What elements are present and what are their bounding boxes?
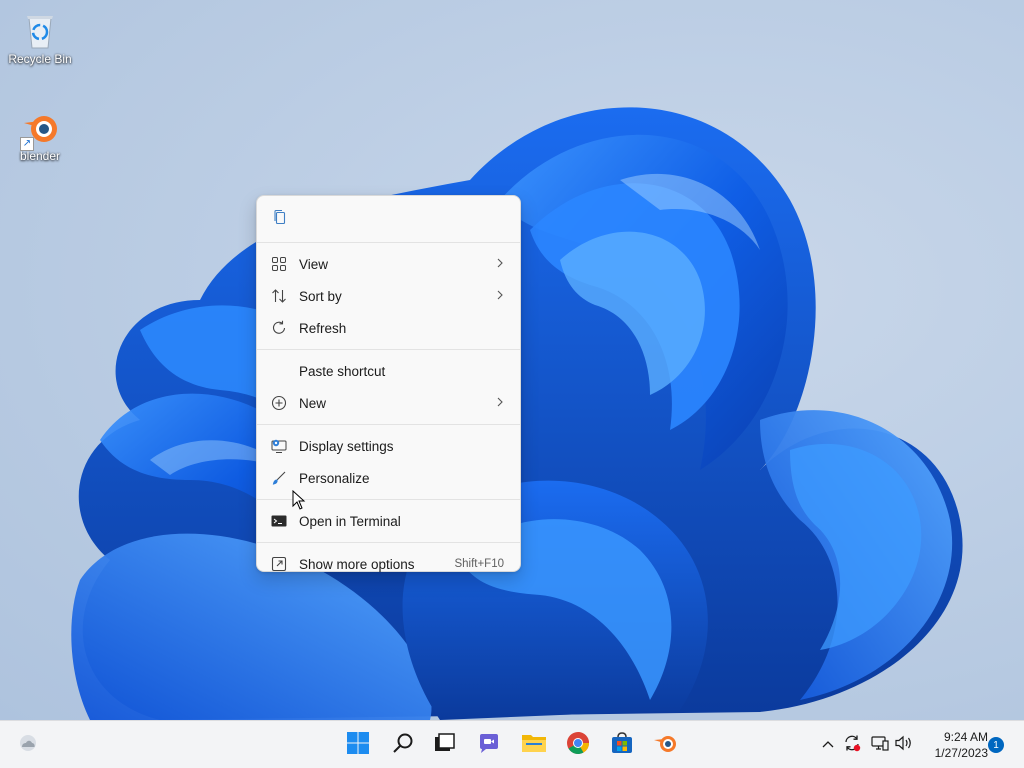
search-icon bbox=[391, 731, 415, 760]
brush-icon bbox=[271, 470, 287, 486]
desktop[interactable]: Recycle Bin ↗ blender View Sort by Refre… bbox=[0, 0, 1024, 720]
search-button[interactable] bbox=[387, 729, 419, 761]
clock-time: 9:24 AM bbox=[943, 730, 988, 744]
desktop-context-menu: View Sort by Refresh Paste shortcut New … bbox=[256, 195, 521, 572]
menu-item-refresh[interactable]: Refresh bbox=[257, 312, 520, 344]
menu-item-label: Show more options bbox=[299, 556, 415, 572]
store-button[interactable] bbox=[606, 729, 638, 761]
context-menu-top-actions bbox=[257, 196, 520, 242]
chat-button[interactable] bbox=[473, 729, 505, 761]
chevron-right-icon bbox=[496, 257, 504, 272]
chrome-button[interactable] bbox=[562, 729, 594, 761]
chevron-right-icon bbox=[496, 289, 504, 304]
volume-icon bbox=[894, 733, 914, 758]
task-view-button[interactable] bbox=[428, 729, 460, 761]
show-hidden-icons-button[interactable] bbox=[818, 735, 838, 755]
sync-tray-button[interactable] bbox=[842, 735, 862, 755]
menu-item-paste-shortcut[interactable]: Paste shortcut bbox=[257, 355, 520, 387]
menu-item-new[interactable]: New bbox=[257, 387, 520, 419]
mouse-cursor-icon bbox=[292, 490, 306, 510]
notification-badge[interactable]: 1 bbox=[988, 737, 1004, 753]
volume-tray-button[interactable] bbox=[894, 735, 914, 755]
chevron-up-icon bbox=[821, 736, 835, 754]
menu-item-label: Paste shortcut bbox=[299, 363, 386, 379]
blender-taskbar-button[interactable] bbox=[650, 729, 682, 761]
taskbar: 9:24 AM 1/27/2023 1 bbox=[0, 720, 1024, 768]
grid-icon bbox=[271, 256, 287, 272]
clock[interactable]: 9:24 AM 1/27/2023 bbox=[918, 729, 988, 761]
weather-icon bbox=[16, 731, 40, 760]
file-explorer-button[interactable] bbox=[518, 729, 550, 761]
shortcut-arrow-icon: ↗ bbox=[20, 137, 34, 151]
blender-icon: ↗ bbox=[20, 107, 60, 151]
menu-group-view: View Sort by Refresh bbox=[257, 243, 520, 349]
sync-icon bbox=[842, 733, 862, 758]
network-icon bbox=[870, 733, 890, 758]
expand-icon bbox=[271, 556, 287, 572]
menu-item-label: Open in Terminal bbox=[299, 513, 401, 529]
display-settings-icon bbox=[271, 438, 287, 454]
file-explorer-icon bbox=[521, 731, 547, 760]
menu-item-label: Refresh bbox=[299, 320, 347, 336]
terminal-icon bbox=[271, 513, 287, 529]
menu-group-paste-new: Paste shortcut New bbox=[257, 350, 520, 424]
chrome-icon bbox=[566, 731, 590, 760]
menu-item-label: Personalize bbox=[299, 470, 370, 486]
network-tray-button[interactable] bbox=[870, 735, 890, 755]
menu-item-view[interactable]: View bbox=[257, 248, 520, 280]
start-icon bbox=[346, 731, 370, 760]
desktop-icon-blender[interactable]: ↗ blender bbox=[2, 107, 78, 163]
menu-item-show-more-options[interactable]: Show more options Shift+F10 bbox=[257, 548, 520, 580]
desktop-icon-recycle-bin[interactable]: Recycle Bin bbox=[2, 10, 78, 66]
copy-icon bbox=[272, 209, 288, 230]
menu-item-label: New bbox=[299, 395, 327, 411]
clock-date: 1/27/2023 bbox=[934, 746, 988, 760]
sort-icon bbox=[271, 288, 287, 304]
menu-item-label: Display settings bbox=[299, 438, 394, 454]
recycle-bin-icon bbox=[20, 10, 60, 50]
desktop-icon-label: blender bbox=[19, 149, 61, 163]
menu-group-more: Show more options Shift+F10 bbox=[257, 543, 520, 585]
menu-item-shortcut: Shift+F10 bbox=[454, 558, 504, 570]
menu-item-sort-by[interactable]: Sort by bbox=[257, 280, 520, 312]
chat-icon bbox=[477, 731, 501, 760]
desktop-icon-label: Recycle Bin bbox=[8, 52, 72, 66]
menu-group-display: Display settings Personalize bbox=[257, 425, 520, 499]
store-icon bbox=[610, 731, 634, 760]
blender-icon bbox=[653, 731, 679, 760]
start-button[interactable] bbox=[342, 729, 374, 761]
plus-circle-icon bbox=[271, 395, 287, 411]
menu-item-label: View bbox=[299, 256, 329, 272]
refresh-icon bbox=[271, 320, 287, 336]
menu-item-label: Sort by bbox=[299, 288, 342, 304]
copy-button[interactable] bbox=[267, 206, 293, 232]
chevron-right-icon bbox=[496, 396, 504, 411]
task-view-icon bbox=[432, 731, 456, 760]
menu-item-display-settings[interactable]: Display settings bbox=[257, 430, 520, 462]
widgets-button[interactable] bbox=[12, 729, 44, 761]
